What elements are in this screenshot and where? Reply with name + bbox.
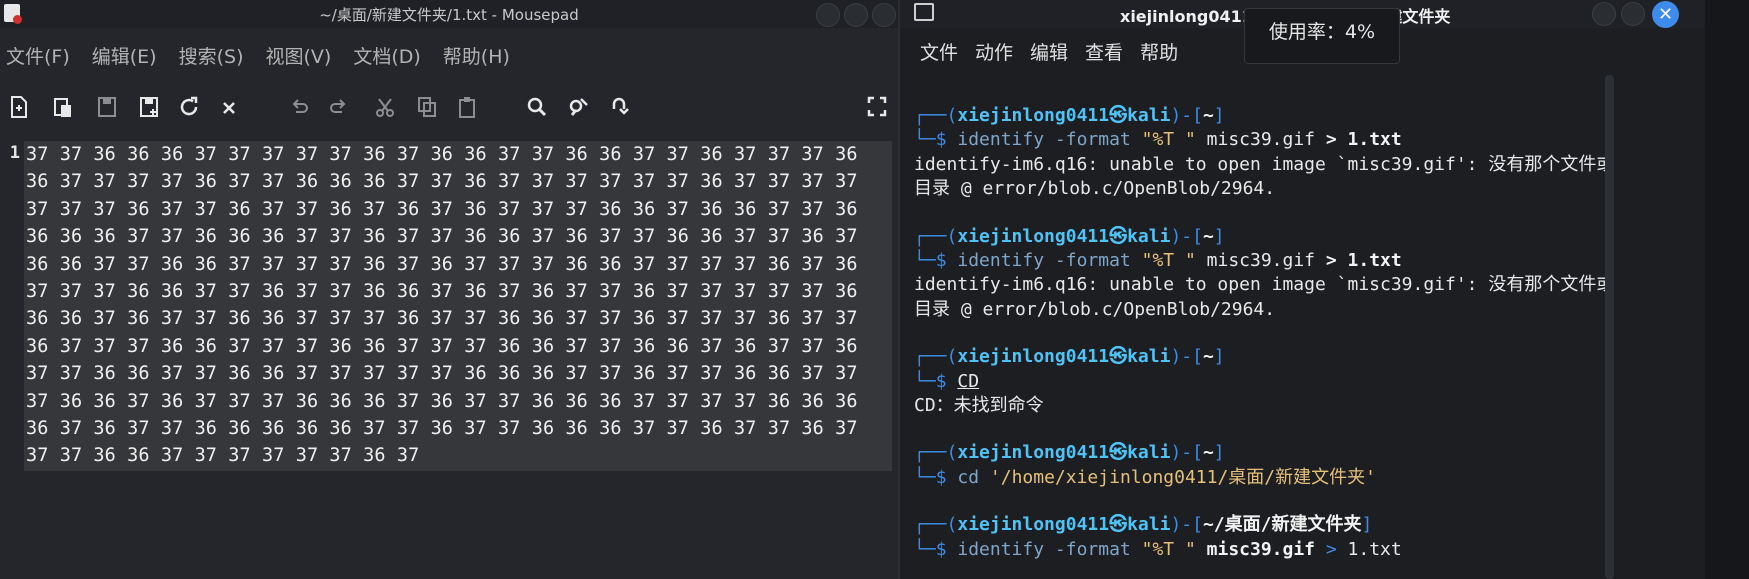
- output-line: CD：未找到命令: [914, 395, 1044, 417]
- command-line: └─$ CD: [914, 370, 980, 392]
- mousepad-menubar: 文件(F) 编辑(E) 搜索(S) 视图(V) 文档(D) 帮助(H): [0, 40, 532, 74]
- output-line: 目录 @ error/blob.c/OpenBlob/2964.: [914, 298, 1276, 320]
- terminal-app-icon: [914, 3, 934, 21]
- text-editor-area[interactable]: 1 37 37 36 36 36 37 37 37 37 37 36 37 36…: [0, 141, 898, 579]
- command-line: └─$ identify -format "%T " misc39.gif > …: [914, 250, 1402, 272]
- command-line: └─$ cd '/home/xiejinlong0411/桌面/新建文件夹': [914, 466, 1376, 488]
- text-content[interactable]: 37 37 36 36 36 37 37 37 37 37 36 37 36 3…: [24, 141, 892, 471]
- cut-icon[interactable]: [372, 95, 398, 121]
- menu-search[interactable]: 搜索(S): [179, 40, 244, 74]
- terminal-window: xiejinlong0411@kali: ~/桌面/新建文件夹 ✕ 文件 动作 …: [898, 0, 1705, 579]
- new-window-icon[interactable]: [50, 95, 76, 121]
- redo-icon[interactable]: [326, 95, 352, 121]
- find-replace-icon[interactable]: [566, 95, 592, 121]
- maximize-button[interactable]: [1621, 2, 1645, 26]
- mousepad-window-title: ~/桌面/新建文件夹/1.txt - Mousepad: [319, 6, 579, 24]
- text-line: 36 37 36 37 37 36 36 36 36 36 37 37 36 3…: [26, 418, 858, 440]
- text-line: 37 37 36 36 37 37 37 37 37 37 36 37: [26, 445, 420, 467]
- text-line: 36 36 37 37 36 36 37 37 37 37 36 37 36 3…: [26, 253, 858, 275]
- minimize-button[interactable]: [1592, 2, 1616, 26]
- menu-help[interactable]: 帮助(H): [443, 40, 510, 74]
- text-line: 36 36 37 36 37 37 36 36 37 37 37 36 37 3…: [26, 308, 858, 330]
- menu-action[interactable]: 动作: [975, 38, 1013, 68]
- menu-document[interactable]: 文档(D): [353, 40, 420, 74]
- menu-file[interactable]: 文件(F): [6, 40, 70, 74]
- text-line: 36 37 37 37 36 36 37 37 37 36 36 37 37 3…: [26, 335, 858, 357]
- undo-icon[interactable]: [286, 95, 312, 121]
- text-line: 36 36 36 37 37 36 36 36 37 37 36 37 37 3…: [26, 226, 858, 248]
- text-line: 37 37 36 36 36 37 37 37 37 37 36 37 36 3…: [26, 144, 858, 165]
- terminal-scrollbar[interactable]: [1605, 75, 1614, 579]
- menu-view[interactable]: 查看: [1085, 38, 1123, 68]
- minimize-button[interactable]: [816, 3, 840, 27]
- close-document-icon[interactable]: [216, 95, 242, 121]
- close-icon[interactable]: ✕: [1652, 1, 1679, 28]
- copy-icon[interactable]: [414, 95, 440, 121]
- new-document-icon[interactable]: [6, 95, 32, 121]
- mousepad-toolbar: [0, 89, 898, 129]
- output-line: identify-im6.q16: unable to open image `…: [914, 274, 1615, 296]
- prompt-line: ┌──(xiejinlong0411㉿kali)-[~]: [914, 346, 1225, 368]
- text-line: 37 37 37 36 37 37 36 37 37 36 37 36 37 3…: [26, 198, 858, 220]
- prompt-line: ┌──(xiejinlong0411㉿kali)-[~]: [914, 105, 1225, 126]
- reload-icon[interactable]: [176, 95, 202, 121]
- command-line: └─$ identify -format "%T " misc39.gif > …: [914, 129, 1402, 151]
- terminal-scroll-track: [1729, 0, 1749, 579]
- line-number-gutter: 1: [0, 141, 24, 474]
- save-as-icon[interactable]: [136, 95, 162, 121]
- fullscreen-icon[interactable]: [864, 95, 890, 121]
- menu-help[interactable]: 帮助: [1140, 38, 1178, 68]
- maximize-button[interactable]: [844, 3, 868, 27]
- text-line: 37 36 36 37 36 37 37 37 36 36 36 37 36 3…: [26, 390, 858, 412]
- text-line: 37 37 36 36 37 37 36 36 37 37 37 37 37 3…: [26, 363, 858, 385]
- mousepad-titlebar[interactable]: ~/桌面/新建文件夹/1.txt - Mousepad: [0, 0, 898, 28]
- text-line: 37 37 37 36 36 37 37 36 37 37 36 36 37 3…: [26, 281, 858, 303]
- menu-edit[interactable]: 编辑(E): [92, 40, 157, 74]
- menu-view[interactable]: 视图(V): [266, 40, 332, 74]
- prompt-line: ┌──(xiejinlong0411㉿kali)-[~]: [914, 225, 1225, 247]
- menu-edit[interactable]: 编辑: [1030, 38, 1068, 68]
- command-line: └─$ identify -format "%T " misc39.gif > …: [914, 538, 1402, 560]
- prompt-line: ┌──(xiejinlong0411㉿kali)-[~]: [914, 442, 1225, 464]
- terminal-output[interactable]: ┌──(xiejinlong0411㉿kali)-[~] └─$ identif…: [914, 104, 1684, 562]
- prompt-line: ┌──(xiejinlong0411㉿kali)-[~/桌面/新建文件夹]: [914, 514, 1373, 536]
- cpu-usage-tooltip: 使用率：4%: [1244, 8, 1400, 64]
- close-button[interactable]: [872, 3, 896, 27]
- paste-icon[interactable]: [454, 95, 480, 121]
- goto-line-icon[interactable]: [606, 95, 632, 121]
- menu-file[interactable]: 文件: [920, 38, 958, 68]
- terminal-menubar: 文件 动作 编辑 查看 帮助: [920, 38, 1195, 68]
- output-line: 目录 @ error/blob.c/OpenBlob/2964.: [914, 178, 1276, 200]
- line-number: 1: [9, 143, 20, 163]
- search-icon[interactable]: [524, 95, 550, 121]
- mousepad-window: ~/桌面/新建文件夹/1.txt - Mousepad 文件(F) 编辑(E) …: [0, 0, 898, 579]
- save-icon[interactable]: [94, 95, 120, 121]
- text-line: 36 37 37 37 37 36 37 37 36 36 36 37 37 3…: [26, 171, 858, 193]
- output-line: identify-im6.q16: unable to open image `…: [914, 153, 1615, 175]
